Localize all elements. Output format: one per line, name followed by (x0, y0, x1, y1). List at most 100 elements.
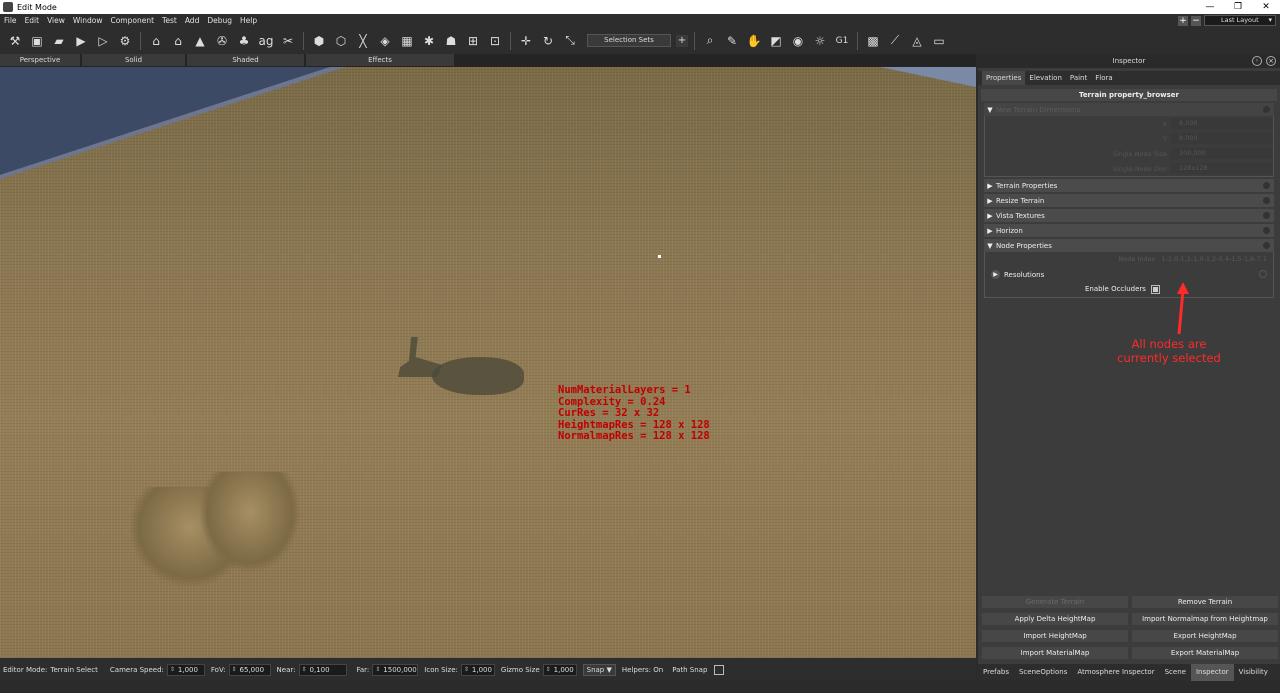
import-heightmap-button[interactable]: Import HeightMap (982, 630, 1128, 642)
play-icon[interactable]: ▶ (72, 32, 90, 50)
grid-icon[interactable]: ▦ (398, 32, 416, 50)
save-icon[interactable]: ▣ (28, 32, 46, 50)
scale-icon[interactable]: ⤡ (561, 32, 579, 50)
snap-dropdown[interactable]: Snap ▼ (582, 663, 616, 676)
generate-terrain-button[interactable]: Generate Terrain (982, 596, 1128, 608)
tab-paint[interactable]: Paint (1066, 71, 1091, 85)
rotate-icon[interactable]: ↻ (539, 32, 557, 50)
section-vista-textures[interactable]: ▶ Vista Textures (984, 209, 1274, 222)
reset-icon[interactable] (1263, 227, 1270, 234)
apply-delta-heightmap-button[interactable]: Apply Delta HeightMap (982, 613, 1128, 625)
menu-component[interactable]: Component (106, 16, 158, 25)
panel-options-icon[interactable]: ◦ (1252, 56, 1262, 66)
plus-icon[interactable]: + (676, 34, 688, 47)
menu-test[interactable]: Test (158, 16, 181, 25)
path-snap-checkbox[interactable] (714, 664, 725, 675)
remove-layout-button[interactable]: − (1191, 15, 1201, 26)
view-tab-shaded[interactable]: Shaded (187, 54, 304, 66)
tool-icon[interactable]: ✂ (279, 32, 297, 50)
reset-icon[interactable] (1263, 182, 1270, 189)
hand-icon[interactable]: ✋ (745, 32, 763, 50)
near-input[interactable]: 0,100 (298, 663, 347, 676)
cube-small-icon[interactable]: ◈ (376, 32, 394, 50)
package-icon[interactable]: ▩ (864, 32, 882, 50)
panel-close-icon[interactable]: × (1266, 56, 1276, 66)
menu-add[interactable]: Add (181, 16, 204, 25)
section-node-properties[interactable]: ▼ Node Properties (984, 239, 1274, 252)
eye-icon[interactable]: ◉ (789, 32, 807, 50)
move-icon[interactable]: ✛ (517, 32, 535, 50)
g1-icon[interactable]: G1 (833, 32, 851, 50)
reset-icon[interactable] (1263, 242, 1270, 249)
ruler-icon[interactable]: ⟋ (886, 32, 904, 50)
selection-sets-field[interactable]: Selection Sets (587, 34, 671, 47)
view-tab-perspective[interactable]: Perspective (0, 54, 80, 66)
helpers-toggle[interactable]: Helpers: On (622, 666, 663, 674)
gizmo-size-input[interactable]: 1,000 (542, 663, 577, 676)
restore-icon[interactable]: ❐ (1224, 0, 1252, 14)
enable-occluders-checkbox[interactable] (1150, 285, 1160, 294)
menu-window[interactable]: Window (69, 16, 107, 25)
layout-select[interactable]: Last Layout (1204, 15, 1276, 26)
import-materialmap-button[interactable]: Import MaterialMap (982, 647, 1128, 659)
reset-icon[interactable] (1263, 212, 1270, 219)
tab-inspector[interactable]: Inspector (1190, 664, 1234, 681)
expand-icon[interactable]: ▶ (991, 270, 1000, 279)
reset-icon[interactable] (1263, 197, 1270, 204)
tab-prefabs[interactable]: Prefabs (978, 664, 1014, 681)
text-ag-icon[interactable]: ag (257, 32, 275, 50)
menu-debug[interactable]: Debug (203, 16, 236, 25)
section-horizon[interactable]: ▶ Horizon (984, 224, 1274, 237)
icon-size-input[interactable]: 1,000 (460, 663, 495, 676)
house-alt-icon[interactable]: ⌂ (169, 32, 187, 50)
box-frame-icon[interactable]: ⊞ (464, 32, 482, 50)
terrain-icon[interactable]: ▲ (191, 32, 209, 50)
resolutions-row[interactable]: ▶ Resolutions (985, 267, 1273, 282)
layer-icon[interactable]: ◩ (767, 32, 785, 50)
tab-elevation[interactable]: Elevation (1025, 71, 1066, 85)
cube-icon[interactable]: ⬢ (310, 32, 328, 50)
tab-properties[interactable]: Properties (982, 71, 1026, 85)
tab-scene[interactable]: Scene (1160, 664, 1191, 681)
tab-atmosphere-inspector[interactable]: Atmosphere Inspector (1072, 664, 1159, 681)
reset-icon[interactable] (1259, 270, 1267, 278)
brush-icon[interactable]: ✎ (723, 32, 741, 50)
menu-help[interactable]: Help (236, 16, 261, 25)
fov-input[interactable]: 65,000 (228, 663, 271, 676)
tree-icon[interactable]: ♣ (235, 32, 253, 50)
section-resize-terrain[interactable]: ▶ Resize Terrain (984, 194, 1274, 207)
settings-play-icon[interactable]: ⚙ (116, 32, 134, 50)
far-input[interactable]: 1500,000 (372, 663, 419, 676)
tab-visibility[interactable]: Visibility (1234, 664, 1273, 681)
view-tab-effects[interactable]: Effects (306, 54, 454, 66)
close-icon[interactable]: ✕ (1252, 0, 1280, 14)
play-outline-icon[interactable]: ▷ (94, 32, 112, 50)
menu-file[interactable]: File (0, 16, 21, 25)
menu-edit[interactable]: Edit (21, 16, 44, 25)
monitor-icon[interactable]: ▭ (930, 32, 948, 50)
export-materialmap-button[interactable]: Export MaterialMap (1132, 647, 1278, 659)
tab-flora[interactable]: Flora (1091, 71, 1116, 85)
add-layout-button[interactable]: + (1178, 15, 1188, 26)
gear-cluster-icon[interactable]: ✱ (420, 32, 438, 50)
tab-sceneoptions[interactable]: SceneOptions (1014, 664, 1072, 681)
search-map-icon[interactable]: ⌕ (701, 32, 719, 50)
minimize-icon[interactable]: — (1196, 0, 1224, 14)
view-tab-solid[interactable]: Solid (82, 54, 185, 66)
triangle-logo-icon[interactable]: ◬ (908, 32, 926, 50)
cube-add-icon[interactable]: ⬡ (332, 32, 350, 50)
figure-icon[interactable]: ☗ (442, 32, 460, 50)
section-new-terrain[interactable]: ▼ New Terrain Dimensions (984, 103, 1274, 116)
reset-icon[interactable] (1263, 106, 1270, 113)
viewport-3d[interactable]: NumMaterialLayers = 1 Complexity = 0.24 … (0, 67, 976, 658)
hammer-icon[interactable]: ⚒ (6, 32, 24, 50)
export-heightmap-button[interactable]: Export HeightMap (1132, 630, 1278, 642)
import-normalmap-button[interactable]: Import Normalmap from Heightmap (1132, 613, 1278, 625)
open-folder-icon[interactable]: ▰ (50, 32, 68, 50)
lamp-icon[interactable]: ☼ (811, 32, 829, 50)
vehicle-icon[interactable]: ✇ (213, 32, 231, 50)
menu-view[interactable]: View (43, 16, 69, 25)
remove-terrain-button[interactable]: Remove Terrain (1132, 596, 1278, 608)
section-terrain-properties[interactable]: ▶ Terrain Properties (984, 179, 1274, 192)
house-icon[interactable]: ⌂ (147, 32, 165, 50)
